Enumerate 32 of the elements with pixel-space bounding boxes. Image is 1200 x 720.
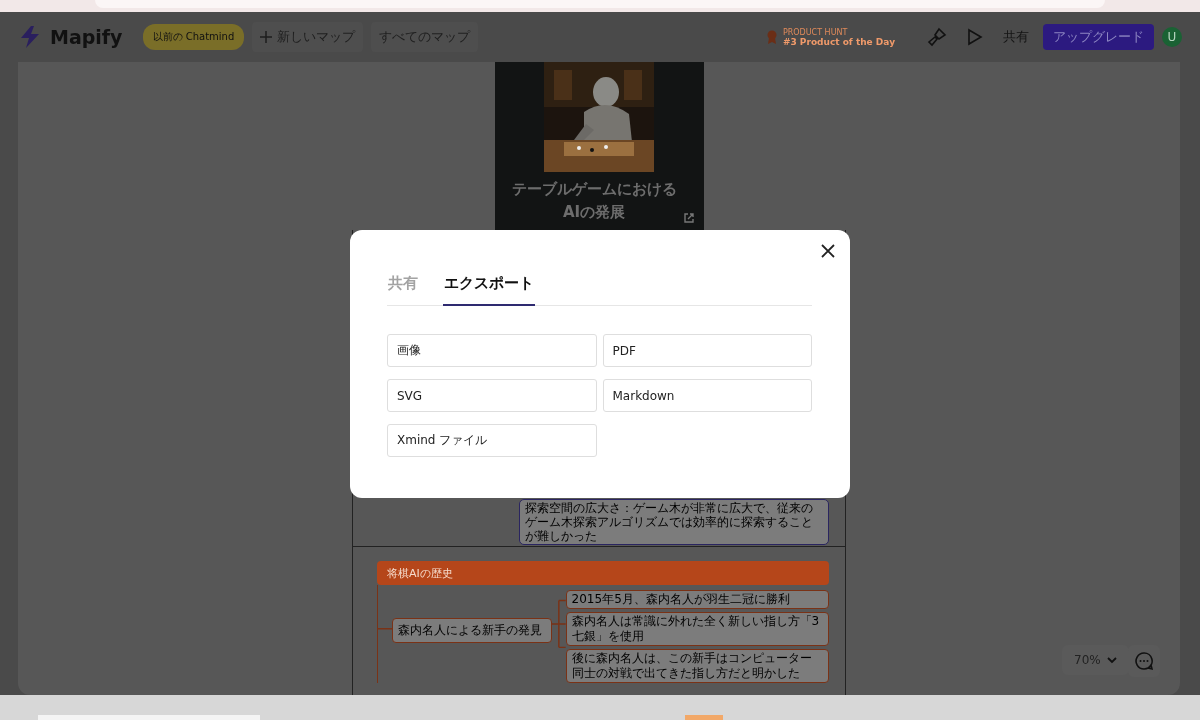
export-option-button[interactable]: Markdown xyxy=(602,379,812,412)
dialog-tab[interactable]: 共有 xyxy=(387,274,419,306)
chevron-down-icon xyxy=(1106,656,1117,664)
section-heading[interactable]: 将棋AIの歴史 xyxy=(377,561,829,585)
map-node[interactable]: 探索空間の広大さ：ゲーム木が非常に広大で、従来のゲーム木探索アルゴリズムでは効率的に探索することが難しかった xyxy=(519,499,829,545)
user-avatar[interactable]: U xyxy=(1162,27,1182,47)
award-caption: PRODUCT HUNT xyxy=(782,27,849,37)
close-icon[interactable] xyxy=(821,244,835,258)
cover-card[interactable]: テーブルゲームにおけるAIの発展 xyxy=(494,62,704,230)
external-link-icon[interactable] xyxy=(683,212,695,224)
dialog-tab[interactable]: エクスポート xyxy=(443,274,535,306)
play-icon[interactable] xyxy=(967,28,983,46)
plus-icon xyxy=(260,31,273,43)
bolt-icon xyxy=(18,25,42,49)
leaf-node[interactable]: 森内名人は常識に外れた全く新しい指し方「3七銀」を使用 xyxy=(565,612,829,646)
export-option-button[interactable]: Xmind ファイル xyxy=(387,424,597,457)
previous-version-badge[interactable]: 以前の Chatmind xyxy=(142,24,245,50)
chat-bubble-icon xyxy=(1134,651,1154,671)
map-title: テーブルゲームにおけるAIの発展 xyxy=(510,179,678,223)
export-option-button[interactable]: 画像 xyxy=(387,334,597,367)
brush-icon[interactable] xyxy=(927,27,947,47)
export-option-button[interactable]: SVG xyxy=(387,379,597,412)
medal-icon xyxy=(765,30,778,44)
upgrade-button[interactable]: アップグレード xyxy=(1043,24,1154,50)
logo-text: Mapify xyxy=(50,26,123,48)
strip-segment xyxy=(685,715,723,720)
export-option-button[interactable]: PDF xyxy=(602,334,812,367)
award-title: #3 Product of the Day xyxy=(782,36,895,47)
award-badge[interactable]: PRODUCT HUNT #3 Product of the Day xyxy=(757,23,903,51)
leaf-node[interactable]: 2015年5月、森内名人が羽生二冠に勝利 xyxy=(565,590,829,609)
leaf-node[interactable]: 後に森内名人は、この新手はコンピューター同士の対戦で出てきた指し方だと明かした xyxy=(565,649,829,683)
branch-node[interactable]: 森内名人による新手の発見 xyxy=(391,618,552,643)
